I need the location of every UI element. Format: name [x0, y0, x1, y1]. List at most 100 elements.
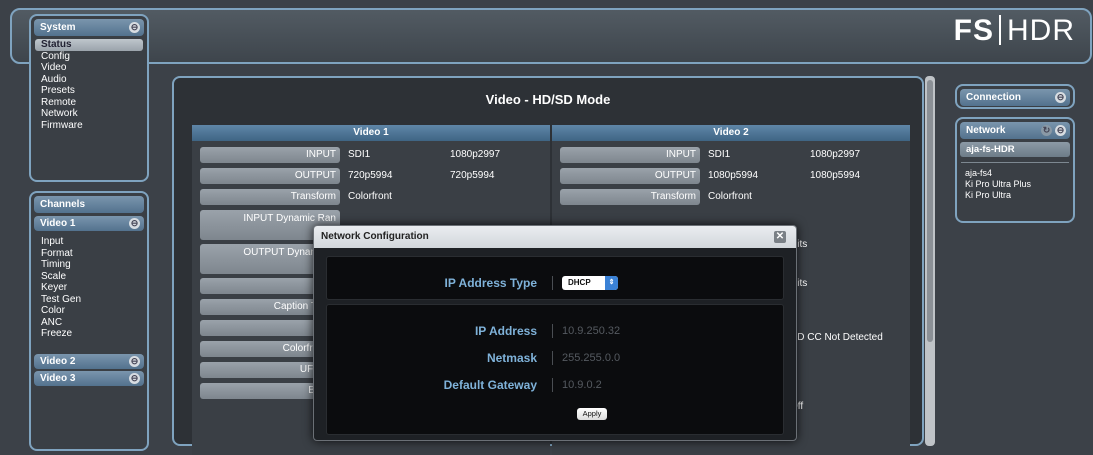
video1-column-header: Video 1 — [192, 125, 550, 141]
video2-output-row: OUTPUT 1080p5994 1080p5994 — [552, 166, 910, 187]
ip-type-value: DHCP — [568, 278, 591, 287]
apply-button[interactable]: Apply — [577, 408, 607, 420]
video1-input-button[interactable]: INPUT — [200, 147, 340, 163]
expand-icon[interactable]: ⊖ — [129, 355, 140, 367]
collapse-icon[interactable]: ⊖ — [129, 22, 140, 33]
nav-item-remote[interactable]: Remote — [31, 97, 147, 109]
device-divider — [961, 162, 1069, 163]
video1-output-format: 720p5994 — [348, 170, 393, 181]
nav-item-scale[interactable]: Scale — [31, 271, 147, 283]
video1-input-source: SDI1 — [348, 149, 371, 160]
nav-item-test-gen[interactable]: Test Gen — [31, 294, 147, 306]
nav-item-anc[interactable]: ANC — [31, 317, 147, 329]
video1-channel-label: Video 1 — [40, 218, 76, 229]
close-icon[interactable]: ✕ — [774, 231, 786, 243]
logo-divider — [999, 15, 1001, 45]
collapse-icon[interactable]: ⊖ — [1055, 125, 1066, 136]
ip-type-select[interactable]: DHCP ⇕ — [562, 276, 618, 290]
video2-output-format: 1080p5994 — [708, 170, 759, 181]
selected-device[interactable]: aja-fs-HDR — [960, 142, 1070, 157]
field-separator — [552, 351, 553, 365]
device-item[interactable]: Ki Pro Ultra — [957, 190, 1073, 201]
nav-item-timing[interactable]: Timing — [31, 259, 147, 271]
video1-output-button[interactable]: OUTPUT — [200, 168, 340, 184]
system-panel-title: System — [40, 22, 76, 33]
ip-type-section: IP Address Type DHCP ⇕ — [326, 256, 784, 300]
refresh-icon[interactable]: ↻ — [1041, 125, 1052, 136]
logo-product: HDR — [1007, 14, 1075, 47]
video2-transform-button[interactable]: Transform — [560, 189, 700, 205]
video1-output-row: OUTPUT 720p5994 720p5994 — [192, 166, 550, 187]
nav-item-freeze[interactable]: Freeze — [31, 328, 147, 340]
system-panel: System ⊖ Status Config Video Audio Prese… — [29, 14, 149, 182]
network-label: Network — [966, 125, 1006, 136]
network-panel: Network ↻ ⊖ aja-fs-HDR aja-fs4 Ki Pro Ul… — [955, 117, 1075, 223]
logo-brand: FS — [953, 14, 994, 47]
top-header-bar — [10, 8, 1092, 64]
netmask-field[interactable]: 255.255.0.0 — [562, 352, 620, 364]
device-item[interactable]: Ki Pro Ultra Plus — [957, 179, 1073, 190]
nav-item-audio[interactable]: Audio — [31, 74, 147, 86]
video1-transform-value: Colorfront — [348, 191, 392, 202]
nav-item-input[interactable]: Input — [31, 236, 147, 248]
video2-column-header: Video 2 — [552, 125, 910, 141]
default-gateway-label: Default Gateway — [443, 378, 537, 392]
video2-output-format-2: 1080p5994 — [810, 170, 861, 181]
nav-item-keyer[interactable]: Keyer — [31, 282, 147, 294]
video3-channel-header[interactable]: Video 3 ⊖ — [34, 370, 144, 386]
fs-hdr-logo: FS HDR — [954, 14, 1075, 48]
video2-input-button[interactable]: INPUT — [560, 147, 700, 163]
video2-output-button[interactable]: OUTPUT — [560, 168, 700, 184]
video1-input-format: 1080p2997 — [450, 149, 501, 160]
video2-channel-label: Video 2 — [40, 355, 76, 367]
connection-panel: Connection ⊖ — [955, 84, 1075, 109]
video2-channel-header[interactable]: Video 2 ⊖ — [34, 353, 144, 369]
collapse-icon[interactable]: ⊖ — [129, 218, 140, 229]
field-separator — [552, 378, 553, 392]
system-panel-header[interactable]: System ⊖ — [34, 19, 144, 36]
video1-submenu: Input Format Timing Scale Keyer Test Gen… — [31, 233, 147, 340]
expand-icon[interactable]: ⊖ — [129, 372, 140, 384]
channels-panel-title: Channels — [40, 199, 86, 210]
nav-item-firmware[interactable]: Firmware — [31, 120, 147, 132]
video1-transform-button[interactable]: Transform — [200, 189, 340, 205]
nav-item-status[interactable]: Status — [35, 39, 143, 51]
chevron-updown-icon: ⇕ — [605, 276, 618, 290]
netmask-label: Netmask — [486, 351, 537, 365]
nav-item-presets[interactable]: Presets — [31, 85, 147, 97]
nav-item-config[interactable]: Config — [31, 51, 147, 63]
video2-transform-row: Transform Colorfront — [552, 187, 910, 208]
video2-input-row: INPUT SDI1 1080p2997 — [552, 145, 910, 166]
ip-address-field[interactable]: 10.9.250.32 — [562, 325, 620, 337]
nav-item-video[interactable]: Video — [31, 62, 147, 74]
video2-transform-value: Colorfront — [708, 191, 752, 202]
channels-panel-header: Channels — [34, 196, 144, 213]
video1-channel-header[interactable]: Video 1 ⊖ — [34, 216, 144, 231]
video2-caption-status: HD CC Not Detected — [790, 332, 883, 343]
dialog-title-bar: Network Configuration ✕ — [314, 226, 796, 248]
nav-item-format[interactable]: Format — [31, 248, 147, 260]
page-title: Video - HD/SD Mode — [485, 92, 611, 107]
network-panel-header: Network ↻ ⊖ — [960, 122, 1070, 139]
nav-item-network[interactable]: Network — [31, 108, 147, 120]
video1-transform-row: Transform Colorfront — [192, 187, 550, 208]
device-item[interactable]: aja-fs4 — [957, 168, 1073, 179]
field-separator — [552, 276, 553, 290]
video2-input-source: SDI1 — [708, 149, 731, 160]
main-scrollbar-thumb[interactable] — [927, 80, 933, 342]
network-configuration-dialog: Network Configuration ✕ IP Address Type … — [313, 225, 797, 441]
video1-input-row: INPUT SDI1 1080p2997 — [192, 145, 550, 166]
collapse-icon[interactable]: ⊖ — [1055, 92, 1066, 103]
button-label: INPUT Dynamic Ran — [243, 213, 336, 224]
channels-panel: Channels Video 1 ⊖ Input Format Timing S… — [29, 191, 149, 451]
default-gateway-field[interactable]: 10.9.0.2 — [562, 379, 602, 391]
nav-item-color[interactable]: Color — [31, 305, 147, 317]
connection-panel-header[interactable]: Connection ⊖ — [960, 89, 1070, 106]
video3-channel-label: Video 3 — [40, 372, 76, 384]
ip-settings-section: IP Address 10.9.250.32 Netmask 255.255.0… — [326, 304, 784, 435]
connection-label: Connection — [966, 92, 1021, 103]
ip-type-label: IP Address Type — [444, 276, 537, 290]
video1-output-format-2: 720p5994 — [450, 170, 495, 181]
field-separator — [552, 324, 553, 338]
ip-address-label: IP Address — [474, 324, 537, 338]
